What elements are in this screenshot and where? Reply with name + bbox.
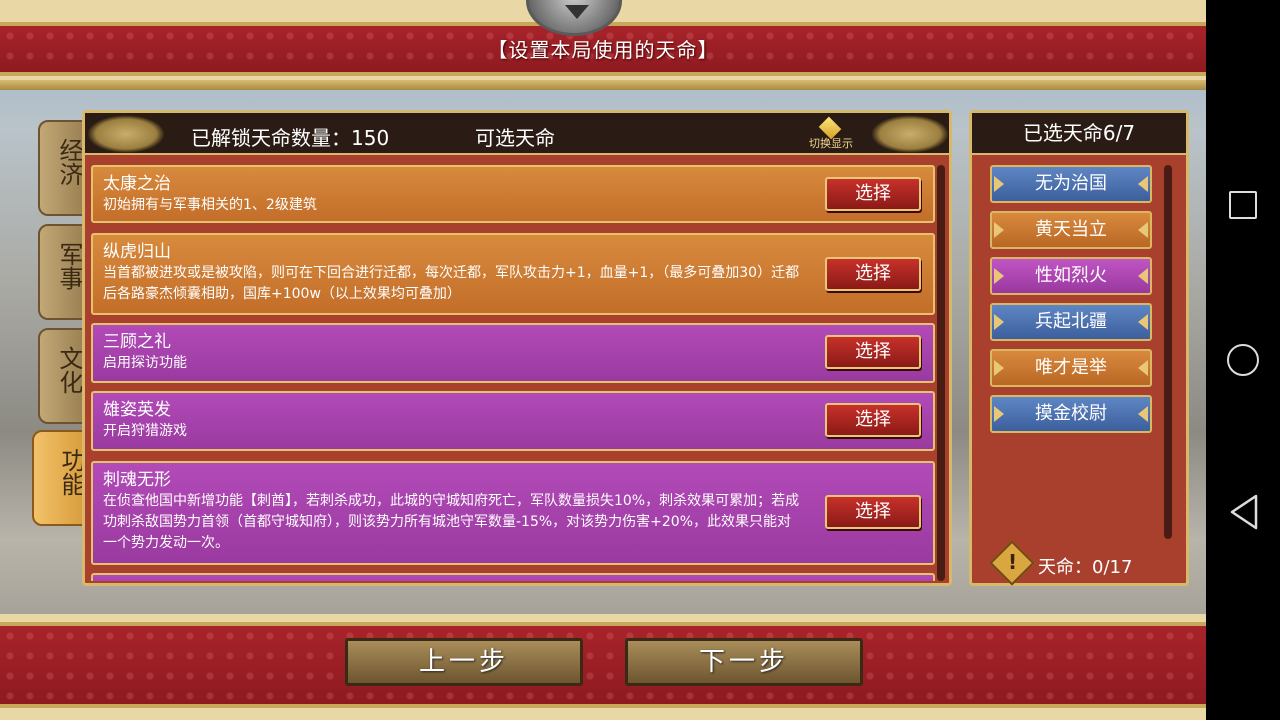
- item-title: 三顾之礼: [103, 332, 171, 352]
- gem-icon: [818, 116, 842, 140]
- selected-chip[interactable]: 摸金校尉: [990, 395, 1152, 433]
- bottom-strip: [0, 622, 1206, 708]
- list-item: 纵虎归山 当首都被进攻或是被攻陷，则可在下回合进行迁都，每次迁都，军队攻击力+1…: [91, 233, 935, 315]
- selected-header: 已选天命6/7: [972, 113, 1186, 155]
- item-title: 刺魂无形: [103, 470, 171, 490]
- select-button[interactable]: 选择: [825, 495, 921, 529]
- list-scrollbar[interactable]: [937, 165, 945, 581]
- exclamation-icon: !: [1008, 550, 1018, 574]
- chip-label: 唯才是举: [1035, 357, 1107, 378]
- destiny-list[interactable]: 太康之治 初始拥有与军事相关的1、2级建筑 选择 纵虎归山 当首都被进攻或是被攻…: [91, 161, 935, 581]
- destiny-list-panel: 已解锁天命数量：150 可选天命 切换显示 太康之治 初始拥有与军事相关的1、2…: [82, 110, 952, 586]
- dragon-ornament-right: [871, 115, 949, 153]
- item-desc: 初始拥有与军事相关的1、2级建筑: [103, 197, 317, 213]
- item-title: 纵虎归山: [103, 242, 171, 262]
- chip-label: 兵起北疆: [1035, 311, 1107, 332]
- selectable-title: 可选天命: [475, 126, 555, 150]
- next-step-button[interactable]: 下一步: [625, 638, 863, 686]
- toggle-display-button[interactable]: 切换显示: [801, 116, 861, 151]
- chip-label: 无为治国: [1035, 173, 1107, 194]
- page-title: 【设置本局使用的天命】: [487, 38, 719, 62]
- tab-culture[interactable]: 文化: [38, 328, 86, 424]
- tab-function[interactable]: 功能: [32, 430, 88, 526]
- chip-label: 性如烈火: [1035, 265, 1107, 286]
- item-title: 雄姿英发: [103, 400, 171, 420]
- prev-step-button[interactable]: 上一步: [345, 638, 583, 686]
- list-item: 太康之治 初始拥有与军事相关的1、2级建筑 选择: [91, 165, 935, 223]
- home-icon[interactable]: [1227, 344, 1259, 376]
- banner-gold-line: [0, 80, 1206, 90]
- selected-chip[interactable]: 黄天当立: [990, 211, 1152, 249]
- arrow-down-icon: [565, 5, 589, 19]
- list-item: [91, 573, 935, 581]
- item-desc: 当首都被进攻或是被攻陷，则可在下回合进行迁都，每次迁都，军队攻击力+1，血量+1…: [103, 265, 800, 302]
- select-button[interactable]: 选择: [825, 335, 921, 369]
- list-header: 已解锁天命数量：150 可选天命 切换显示: [85, 113, 949, 155]
- select-button[interactable]: 选择: [825, 177, 921, 211]
- selected-chip[interactable]: 唯才是举: [990, 349, 1152, 387]
- bottom-bar: [0, 614, 1206, 720]
- list-item: 刺魂无形 在侦查他国中新增功能【刺酋】，若刺杀成功，此城的守城知府死亡，军队数量…: [91, 461, 935, 565]
- select-button[interactable]: 选择: [825, 257, 921, 291]
- tab-military[interactable]: 军事: [38, 224, 86, 320]
- list-item: 雄姿英发 开启狩猎游戏 选择: [91, 391, 935, 451]
- unlocked-count: 已解锁天命数量：150: [191, 126, 390, 150]
- select-button[interactable]: 选择: [825, 403, 921, 437]
- system-nav-bar: [1206, 0, 1280, 720]
- back-icon[interactable]: [1230, 494, 1258, 530]
- list-item: 三顾之礼 启用探访功能 选择: [91, 323, 935, 383]
- selected-chip[interactable]: 兵起北疆: [990, 303, 1152, 341]
- item-title: 太康之治: [103, 174, 171, 194]
- dragon-ornament-left: [87, 115, 165, 153]
- selected-destiny-panel: 已选天命6/7 无为治国 黄天当立 性如烈火 兵起北疆 唯才是举 摸金校尉 ! …: [969, 110, 1189, 586]
- chip-label: 摸金校尉: [1035, 403, 1107, 424]
- destiny-count: 天命：0/17: [1038, 557, 1133, 578]
- selected-chip[interactable]: 性如烈火: [990, 257, 1152, 295]
- item-desc: 在侦查他国中新增功能【刺酋】，若刺杀成功，此城的守城知府死亡，军队数量损失10%…: [103, 493, 800, 551]
- item-desc: 启用探访功能: [103, 355, 187, 371]
- tab-economy[interactable]: 经济: [38, 120, 86, 216]
- recent-apps-icon[interactable]: [1229, 191, 1257, 219]
- selected-scrollbar[interactable]: [1164, 165, 1172, 539]
- chip-label: 黄天当立: [1035, 219, 1107, 240]
- item-desc: 开启狩猎游戏: [103, 423, 187, 439]
- selected-chip[interactable]: 无为治国: [990, 165, 1152, 203]
